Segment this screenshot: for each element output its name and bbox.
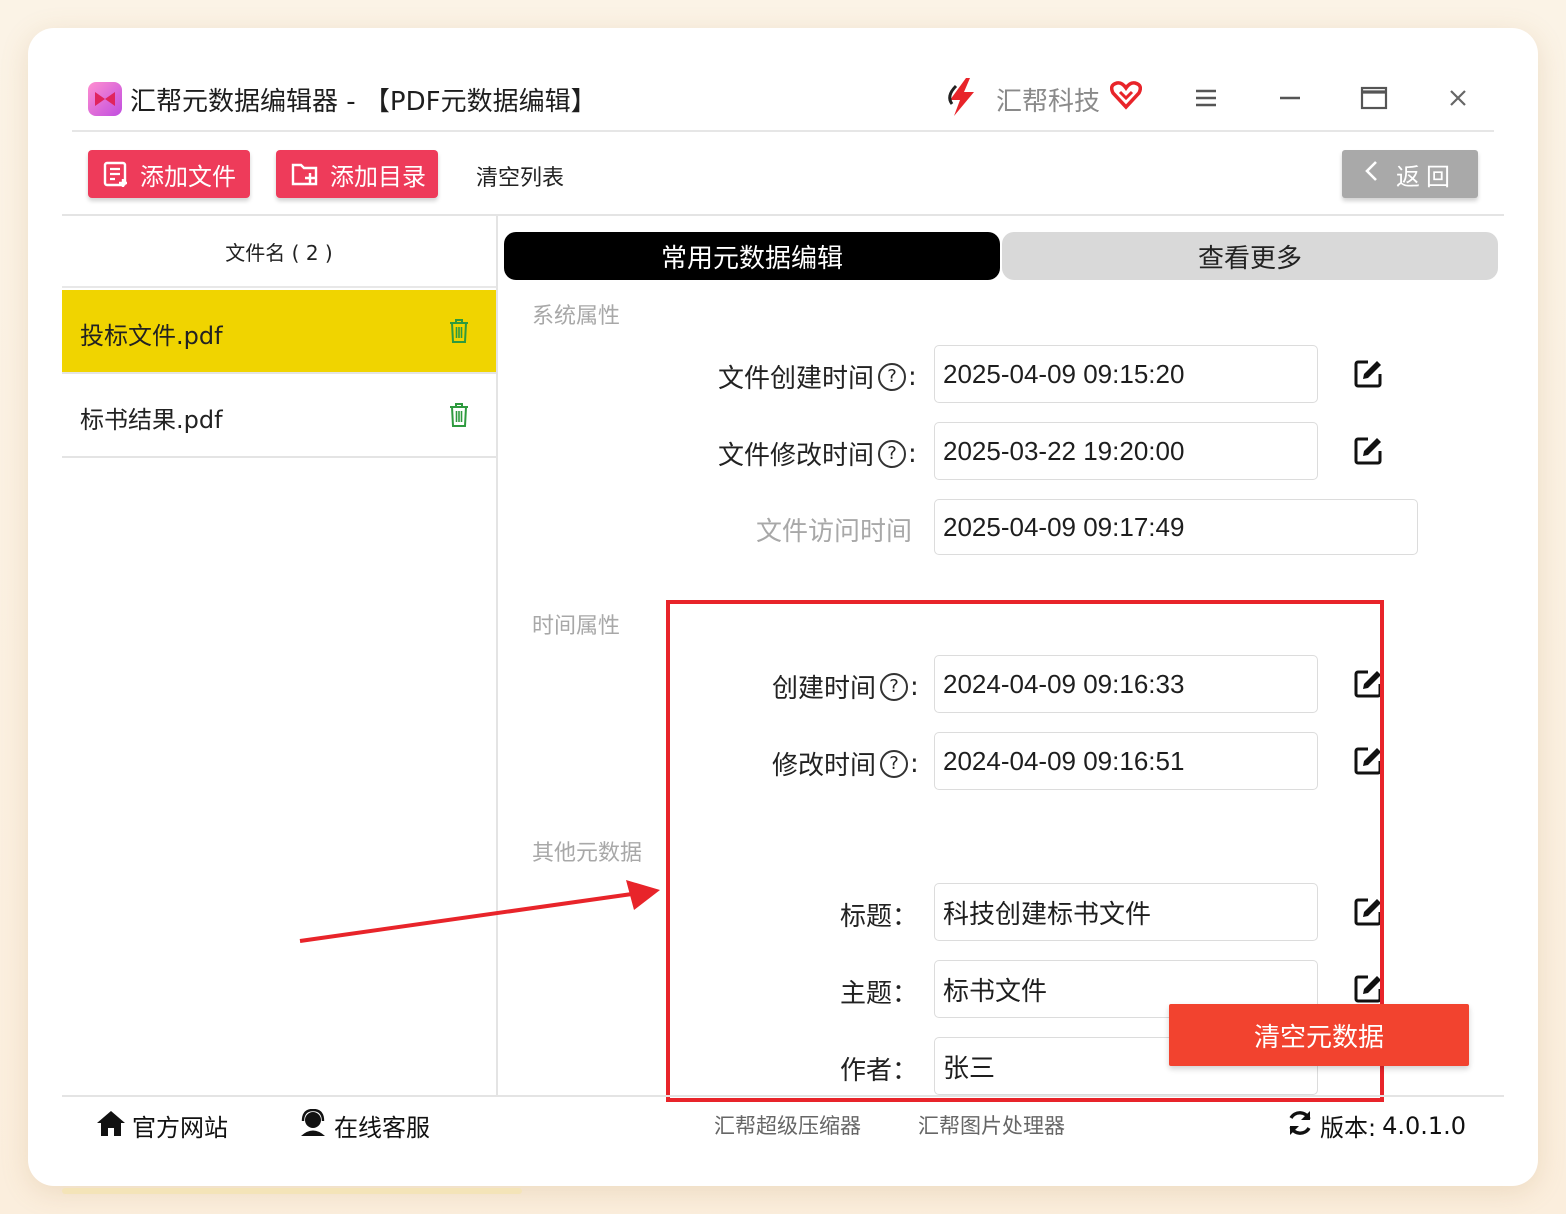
tab-view-more[interactable]: 查看更多 [1002,232,1498,280]
subject-label: 主题： [840,979,919,1009]
tab-common-metadata[interactable]: 常用元数据编辑 [504,232,1000,280]
trash-icon[interactable] [448,318,470,348]
label-colon: : [908,361,917,392]
official-website-link[interactable]: 官方网站 [96,1108,228,1143]
edit-icon[interactable] [1352,896,1384,932]
file-modified-label: 文件修改时间 ? : [718,435,917,472]
trash-icon[interactable] [448,402,470,432]
modified-label-text: 修改时间 [772,751,877,781]
heart-icon [1109,80,1143,114]
file-accessed-field: 2025-04-09 09:17:49 [934,499,1418,555]
file-created-label-text: 文件创建时间 [718,364,875,394]
modified-field[interactable]: 2024-04-09 09:16:51 [934,732,1318,790]
file-modified-field[interactable]: 2025-03-22 19:20:00 [934,422,1318,480]
label-colon: : [908,438,917,469]
author-label: 作者： [840,1056,919,1086]
brand-name: 汇帮科技 [996,87,1101,117]
help-icon[interactable]: ? [880,672,909,701]
menu-icon[interactable] [1186,80,1226,116]
app-logo-icon [88,82,122,116]
official-website-label: 官方网站 [132,1114,228,1142]
label-colon: : [910,671,919,702]
chevron-left-icon [1364,160,1378,188]
file-created-label: 文件创建时间 ? : [718,358,917,395]
title-label: 标题： [840,902,919,932]
label-colon: : [910,748,919,779]
file-list-header: 文件名 ( 2 ) [62,216,496,288]
image-tool-link[interactable]: 汇帮图片处理器 [918,1110,1065,1140]
online-support-link[interactable]: 在线客服 [298,1108,430,1143]
compressor-link[interactable]: 汇帮超级压缩器 [714,1110,861,1140]
file-list-item[interactable]: 标书结果.pdf [62,374,496,458]
file-created-field[interactable]: 2025-04-09 09:15:20 [934,345,1318,403]
app-window: 汇帮元数据编辑器 - 【PDF元数据编辑】 汇帮科技 添加文件 添加目录 清空列… [62,62,1504,1156]
annotation-arrow [299,880,660,943]
back-button[interactable]: 返回 [1342,150,1478,198]
edit-icon[interactable] [1352,435,1384,471]
created-label: 创建时间 ? : [772,668,919,705]
file-modified-label-text: 文件修改时间 [718,441,875,471]
section-other: 其他元数据 [532,841,643,866]
help-icon[interactable]: ? [878,439,907,468]
created-field[interactable]: 2024-04-09 09:16:33 [934,655,1318,713]
add-directory-label: 添加目录 [330,162,426,191]
close-icon[interactable] [1438,80,1478,116]
refresh-icon [1286,1109,1314,1143]
file-name: 标书结果.pdf [80,406,223,434]
created-label-text: 创建时间 [772,674,877,704]
edit-icon[interactable] [1352,745,1384,781]
title-field[interactable]: 科技创建标书文件 [934,883,1318,941]
app-title: 汇帮元数据编辑器 - 【PDF元数据编辑】 [130,87,597,117]
title-bar: 汇帮元数据编辑器 - 【PDF元数据编辑】 汇帮科技 [62,62,1504,132]
help-icon[interactable]: ? [878,362,907,391]
file-name: 投标文件.pdf [80,322,223,350]
version-info[interactable]: 版本: 4.0.1.0 [1286,1108,1466,1143]
online-support-label: 在线客服 [334,1114,430,1142]
modified-label: 修改时间 ? : [772,745,919,782]
brand-logo-icon [942,76,982,122]
file-accessed-label: 文件访问时间 [756,517,913,547]
maximize-icon[interactable] [1354,80,1394,116]
file-add-icon [102,160,130,188]
edit-icon[interactable] [1352,358,1384,394]
add-file-label: 添加文件 [140,162,236,191]
scroll-strip [62,1188,522,1194]
edit-icon[interactable] [1352,668,1384,704]
add-directory-button[interactable]: 添加目录 [276,150,438,198]
titlebar-divider [72,130,1494,132]
support-icon [298,1108,328,1143]
help-icon[interactable]: ? [880,749,909,778]
version-label: 版本: [1320,1114,1377,1142]
add-file-button[interactable]: 添加文件 [88,150,250,198]
file-list-panel: 文件名 ( 2 ) 投标文件.pdf 标书结果.pdf [62,216,498,1096]
folder-add-icon [290,160,320,188]
home-icon [96,1109,126,1143]
clear-list-button[interactable]: 清空列表 [476,160,564,192]
clear-metadata-button[interactable]: 清空元数据 [1169,1004,1469,1066]
section-system: 系统属性 [532,304,621,329]
footer-divider [62,1095,1504,1097]
back-label: 返回 [1396,162,1456,191]
minimize-icon[interactable] [1270,80,1310,116]
version-number: 4.0.1.0 [1382,1111,1467,1140]
file-list-item[interactable]: 投标文件.pdf [62,290,496,374]
section-time: 时间属性 [532,614,621,639]
